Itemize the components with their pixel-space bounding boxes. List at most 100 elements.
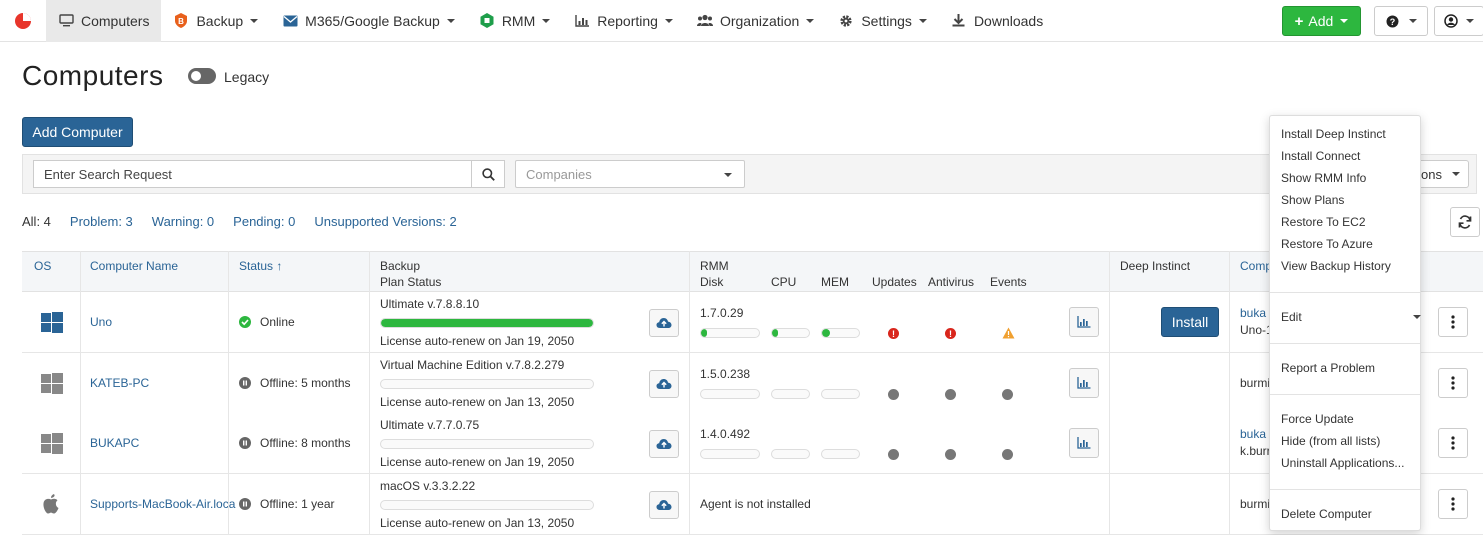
nav-rmm[interactable]: RMM [467,0,562,42]
nav-downloads[interactable]: Downloads [939,0,1055,42]
menu-edit[interactable]: Edit [1281,310,1302,324]
app-logo[interactable] [0,0,46,42]
rmm-chart-button[interactable] [1069,368,1099,398]
add-button-label: Add [1308,13,1334,29]
mem-usage-bar [821,328,860,338]
header-company[interactable]: Comp [1240,258,1272,274]
counter-pending[interactable]: Pending: 0 [233,214,295,229]
status-text: Offline: 8 months [260,436,351,450]
pause-circle-icon [239,437,251,449]
updates-error-icon: ! [888,328,899,339]
user-menu-button[interactable] [1434,6,1483,36]
bar-chart-icon [574,13,590,29]
add-computer-button[interactable]: Add Computer [22,117,133,147]
kebab-menu-icon [1451,497,1455,511]
options-button[interactable]: ons [1413,160,1469,188]
companies-placeholder: Companies [526,166,592,182]
nav-settings[interactable]: Settings [826,0,939,42]
header-os[interactable]: OS [34,258,51,274]
menu-delete-computer[interactable]: Delete Computer [1281,507,1372,521]
computer-name-link[interactable]: BUKAPC [90,436,139,450]
apple-icon [41,493,61,518]
refresh-button[interactable] [1450,207,1480,237]
menu-show-rmm-info[interactable]: Show RMM Info [1281,171,1366,185]
nav-reporting[interactable]: Reporting [562,0,685,42]
backup-upload-button[interactable] [649,309,679,337]
windows-icon [41,433,63,458]
backup-progress-bar [380,318,594,328]
kebab-menu-icon [1451,436,1455,450]
rmm-version: 1.4.0.492 [700,427,751,441]
disk-usage-bar [700,389,760,399]
menu-divider [1270,292,1420,293]
backup-shield-icon: B [173,13,189,29]
header-computer-name[interactable]: Computer Name [90,258,178,274]
nav-computers[interactable]: Computers [46,0,162,42]
counter-unsupported[interactable]: Unsupported Versions: 2 [314,214,456,229]
chevron-down-icon [542,18,551,23]
nav-m365-backup[interactable]: M365/Google Backup [270,0,467,42]
nav-backup[interactable]: B Backup [161,0,270,42]
windows-icon [41,373,63,398]
menu-install-deep-instinct[interactable]: Install Deep Instinct [1281,127,1386,141]
filter-bar: Companies ons [22,154,1477,194]
cloud-upload-icon [656,318,672,328]
install-deep-instinct-button[interactable]: Install [1161,307,1219,337]
company-link[interactable]: buka [1240,427,1266,441]
nav-organization[interactable]: Organization [685,0,826,42]
counter-all[interactable]: All: 4 [22,214,51,229]
header-status[interactable]: Status ↑ [239,258,282,274]
companies-select[interactable]: Companies [515,160,745,188]
table-row[interactable]: BUKAPC Offline: 8 months Ultimate v.7.7.0.… [22,413,1483,474]
top-navbar: Computers B Backup M365/Google Backup RM… [0,0,1483,42]
counter-problem[interactable]: Problem: 3 [70,214,133,229]
rmm-chart-button[interactable] [1069,428,1099,458]
menu-uninstall-applications[interactable]: Uninstall Applications... [1281,456,1404,470]
counter-warning[interactable]: Warning: 0 [152,214,214,229]
legacy-toggle[interactable] [188,68,216,84]
row-actions-button[interactable] [1438,307,1468,337]
page-title: Computers [22,60,164,91]
row-actions-button[interactable] [1438,428,1468,458]
legacy-toggle-label: Legacy [224,69,270,85]
pause-circle-icon [239,377,251,389]
menu-restore-ec2[interactable]: Restore To EC2 [1281,215,1366,229]
rmm-icon [479,13,495,29]
help-button[interactable]: ? [1374,6,1428,36]
cloud-upload-icon [656,439,672,449]
search-button[interactable] [471,160,505,188]
kebab-menu-icon [1451,315,1455,329]
computer-name-link[interactable]: KATEB-PC [90,376,149,390]
rmm-chart-button[interactable] [1069,307,1099,337]
computer-name-link[interactable]: Uno [90,315,112,329]
table-row[interactable]: KATEB-PC Offline: 5 months Virtual Machine… [22,353,1483,414]
table-row[interactable]: Uno Online Ultimate v.7.8.8.10 License auto… [22,292,1483,353]
menu-force-update[interactable]: Force Update [1281,412,1354,426]
options-label: ons [1421,166,1442,182]
menu-report-problem[interactable]: Report a Problem [1281,361,1375,375]
refresh-icon [1458,215,1472,229]
menu-install-connect[interactable]: Install Connect [1281,149,1360,163]
table-row[interactable]: Supports-MacBook-Air.loca Offline: 1 year… [22,474,1483,535]
rmm-version: 1.5.0.238 [700,367,751,381]
row-actions-button[interactable] [1438,368,1468,398]
backup-progress-bar [380,379,594,389]
menu-hide[interactable]: Hide (from all lists) [1281,434,1380,448]
menu-restore-azure[interactable]: Restore To Azure [1281,237,1373,251]
row-actions-button[interactable] [1438,489,1468,519]
backup-upload-button[interactable] [649,370,679,398]
company-link[interactable]: buka [1240,306,1266,320]
backup-upload-button[interactable] [649,491,679,519]
menu-show-plans[interactable]: Show Plans [1281,193,1344,207]
header-deep-instinct: Deep Instinct [1120,259,1191,273]
header-disk: Disk [700,275,724,289]
pause-circle-icon [239,498,251,510]
computer-name-link[interactable]: Supports-MacBook-Air.loca [90,497,235,511]
backup-progress-bar [380,500,594,510]
backup-progress-bar [380,439,594,449]
menu-view-backup-history[interactable]: View Backup History [1281,259,1391,273]
company-subtext: k.burr [1240,444,1271,458]
add-button[interactable]: + Add [1282,6,1361,36]
backup-upload-button[interactable] [649,430,679,458]
search-input[interactable] [33,160,471,188]
